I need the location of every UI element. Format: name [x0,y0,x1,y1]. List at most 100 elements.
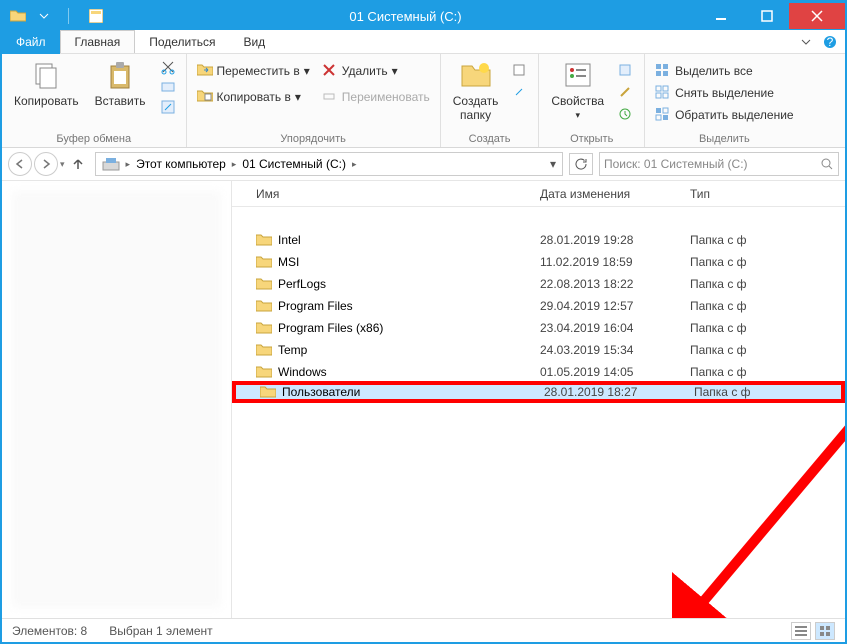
path-icon [160,79,176,95]
drive-icon[interactable] [98,156,124,172]
column-header-name[interactable]: Имя [232,187,532,201]
file-row[interactable]: Windows01.05.2019 14:05Папка с ф [232,361,845,383]
file-row[interactable]: PerfLogs22.08.2013 18:22Папка с ф [232,273,845,295]
file-date: 22.08.2013 18:22 [532,277,682,291]
delete-button[interactable]: Удалить ▾ [320,62,432,80]
file-row[interactable]: Temp 24.03.2019 15:34Папка с ф [232,339,845,361]
dropdown-icon[interactable]: ▾ [546,157,560,171]
paste-shortcut-button[interactable] [158,98,178,116]
paste-button[interactable]: Вставить [91,58,150,110]
chevron-right-icon[interactable]: ▸ [232,159,237,170]
group-select: Выделить все Снять выделение Обратить вы… [645,54,804,147]
file-name: MSI [278,255,299,269]
sidebar[interactable] [2,181,232,618]
file-menu[interactable]: Файл [2,30,60,54]
column-headers: Имя Дата изменения Тип [232,181,845,207]
select-none-button[interactable]: Снять выделение [653,84,796,102]
back-button[interactable] [8,152,32,176]
tab-home[interactable]: Главная [60,30,136,53]
properties-icon[interactable] [86,6,106,26]
file-name: Program Files [278,299,353,313]
refresh-button[interactable] [569,153,593,175]
file-row[interactable]: Пользователи28.01.2019 18:27Папка с ф [232,381,845,403]
file-name: PerfLogs [278,277,326,291]
column-header-type[interactable]: Тип [682,187,845,201]
group-new: Создать папку Создать [441,54,540,147]
tab-view[interactable]: Вид [229,31,279,53]
group-open: Свойства ▾ Открыть [539,54,645,147]
file-date: 01.05.2019 14:05 [532,365,682,379]
chevron-down-icon: ▾ [392,64,398,78]
open-button[interactable] [616,62,636,80]
chevron-down-icon: ▾ [304,64,310,78]
copy-button[interactable]: Копировать [10,58,83,110]
forward-button[interactable] [34,152,58,176]
invert-icon [655,107,671,123]
close-button[interactable] [789,3,845,29]
details-view-button[interactable] [791,622,811,640]
chevron-down-icon: ▾ [295,90,301,104]
cut-button[interactable] [158,58,178,76]
folder-icon [256,365,272,379]
file-row[interactable]: MSI11.02.2019 18:59Папка с ф [232,251,845,273]
rename-button: Переименовать [320,88,432,106]
column-header-date[interactable]: Дата изменения [532,187,682,201]
breadcrumb-item[interactable]: Этот компьютер [132,157,230,171]
group-clipboard: Копировать Вставить Буфер обмена [2,54,187,147]
easy-access-button[interactable] [510,84,530,102]
edit-button[interactable] [616,84,636,102]
history-button[interactable] [616,106,636,124]
chevron-right-icon[interactable]: ▸ [352,159,357,170]
file-name: Temp [278,343,307,357]
invert-selection-button[interactable]: Обратить выделение [653,106,796,124]
address-bar[interactable]: ▸ Этот компьютер ▸ 01 Системный (С:) ▸ ▾ [95,152,563,176]
maximize-button[interactable] [744,3,789,29]
file-row[interactable]: Program Files29.04.2019 12:57Папка с ф [232,295,845,317]
copy-path-button[interactable] [158,78,178,96]
file-type: Папка с ф [682,343,845,357]
file-row[interactable]: Program Files (x86)23.04.2019 16:04Папка… [232,317,845,339]
file-date: 29.04.2019 12:57 [532,299,682,313]
svg-text:?: ? [827,35,834,49]
content-area: Имя Дата изменения Тип Intel28.01.2019 1… [2,180,845,618]
breadcrumb-item[interactable]: 01 Системный (С:) [238,157,350,171]
icons-view-button[interactable] [815,622,835,640]
quick-access-toolbar [2,6,112,26]
folder-icon [256,233,272,247]
folder-icon [8,6,28,26]
tab-share[interactable]: Поделиться [135,31,229,53]
move-to-button[interactable]: Переместить в ▾ [195,62,312,80]
expand-ribbon-icon[interactable] [799,35,813,49]
select-all-button[interactable]: Выделить все [653,62,796,80]
statusbar: Элементов: 8 Выбран 1 элемент [2,618,845,642]
menubar: Файл Главная Поделиться Вид ? [2,30,845,54]
history-icon [618,107,634,123]
status-selected: Выбран 1 элемент [109,624,212,638]
shortcut-icon [160,99,176,115]
help-icon[interactable]: ? [823,35,837,49]
history-dropdown-icon[interactable]: ▾ [60,159,65,170]
copy-icon [30,60,62,92]
copy-to-button[interactable]: Копировать в ▾ [195,88,312,106]
file-date: 28.01.2019 18:27 [536,385,686,399]
separator-icon [60,6,80,26]
search-icon[interactable] [820,157,834,171]
open-icon [618,63,634,79]
chevron-right-icon[interactable]: ▸ [126,159,131,170]
file-date: 24.03.2019 15:34 [532,343,682,357]
file-type: Папка с ф [682,233,845,247]
copy-to-icon [197,89,213,105]
titlebar: 01 Системный (С:) [2,2,845,30]
select-all-icon [655,63,671,79]
search-input[interactable]: Поиск: 01 Системный (С:) [599,152,839,176]
up-button[interactable] [67,153,89,175]
window-title: 01 Системный (С:) [112,9,699,24]
new-folder-button[interactable]: Создать папку [449,58,503,124]
folder-icon [256,321,272,335]
file-row[interactable]: Intel28.01.2019 19:28Папка с ф [232,229,845,251]
minimize-button[interactable] [699,3,744,29]
new-item-button[interactable] [510,62,530,80]
properties-button[interactable]: Свойства ▾ [547,58,608,123]
dropdown-icon[interactable] [34,6,54,26]
status-count: Элементов: 8 [12,624,87,638]
